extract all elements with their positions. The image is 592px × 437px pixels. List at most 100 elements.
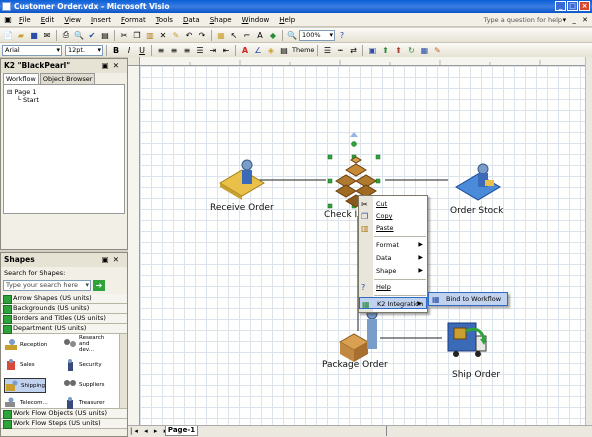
k2-pencil-icon[interactable]: ✎ [431,44,443,56]
horizontal-scrollbar[interactable] [386,426,576,436]
menu-data[interactable]: Data [178,13,205,27]
menu-format[interactable]: Format [116,13,151,27]
order-stock-shape[interactable] [455,163,501,201]
stencil-arrow-shapes[interactable]: Arrow Shapes (US units) [1,294,127,304]
menu-paste[interactable]: ▥ Paste [359,222,427,234]
menu-file[interactable]: File [14,13,36,27]
copy-icon[interactable]: ❐ [131,29,143,41]
text-tool-icon[interactable]: A [254,29,266,41]
font-color-icon[interactable]: A [239,44,251,56]
menu-data-item[interactable]: Data ▶ [359,252,427,264]
menu-insert[interactable]: Insert [86,13,116,27]
bold-icon[interactable]: B [110,44,122,56]
menu-window[interactable]: Window [237,13,275,27]
bullets-icon[interactable]: ☰ [194,44,206,56]
menu-tools[interactable]: Tools [151,13,178,27]
tree-child[interactable]: └ Start [7,96,121,104]
page-tab[interactable]: Page-1 [165,426,198,436]
connection-arrow-icon[interactable] [350,132,358,137]
save-icon[interactable]: ■ [28,29,40,41]
menu-view[interactable]: View [59,13,86,27]
italic-icon[interactable]: I [123,44,135,56]
menu-cut[interactable]: ✂ Cut [359,198,427,210]
k2-panel-controls[interactable]: ▣✕ [102,59,123,73]
vertical-scrollbar[interactable] [585,57,592,425]
shape-search-input[interactable]: Type your search here [3,280,91,291]
stencil-work-flow-objects[interactable]: Work Flow Objects (US units) [1,409,127,419]
shape-sales[interactable]: Sales [4,358,35,371]
doc-window-controls[interactable]: ▾ _ ✕ [563,15,590,25]
menu-shape[interactable]: Shape [205,13,237,27]
ship-order-shape[interactable] [447,322,487,357]
shape-suppliers[interactable]: Suppliers [63,378,105,391]
print-preview-icon[interactable]: 🔍 [73,29,85,41]
cut-icon[interactable]: ✂ [118,29,130,41]
align-right-icon[interactable]: ≡ [181,44,193,56]
shape-treasurer[interactable]: Treasurer [63,396,105,409]
tab-object-browser[interactable]: Object Browser [39,73,96,84]
k2-refresh-icon[interactable]: ↻ [405,44,417,56]
line-pattern-icon[interactable]: ┅ [334,44,346,56]
tab-workflow[interactable]: Workflow [3,73,39,84]
shape-telecom[interactable]: Telecom... [4,396,48,409]
k2-workflow-icon[interactable]: ▦ [418,44,430,56]
spelling-icon[interactable]: ✔ [86,29,98,41]
shape-research[interactable]: Research and dev... [63,335,105,353]
shapes-panel-controls[interactable]: ▣✕ [102,253,123,267]
k2-design-icon[interactable]: ▣ [366,44,378,56]
stencil-department[interactable]: Department (US units) [1,324,127,334]
outdent-icon[interactable]: ⇤ [220,44,232,56]
help-icon[interactable]: ? [336,29,348,41]
fill-color-icon[interactable]: ◈ [265,44,277,56]
new-icon[interactable]: 📄 [2,29,14,41]
menu-help-item[interactable]: ? Help [359,281,427,293]
pointer-tool-icon[interactable]: ↖ [228,29,240,41]
line-ends-icon[interactable]: ⇄ [347,44,359,56]
research-icon[interactable]: ▤ [99,29,111,41]
permission-icon[interactable]: ✉ [41,29,53,41]
stencil-borders-titles[interactable]: Borders and Titles (US units) [1,314,127,324]
menu-edit[interactable]: Edit [36,13,60,27]
stencil-work-flow-steps[interactable]: Work Flow Steps (US units) [1,419,127,429]
shapes-grid-scrollbar[interactable] [119,334,127,408]
underline-icon[interactable]: U [136,44,148,56]
indent-icon[interactable]: ⇥ [207,44,219,56]
line-color-icon[interactable]: ∠ [252,44,264,56]
drawing-tools-icon[interactable]: ◆ [267,29,279,41]
maximize-button[interactable]: □ [567,1,578,11]
document-icon[interactable]: ▣ [2,14,14,26]
menu-format-item[interactable]: Format ▶ [359,239,427,251]
shapes-icon[interactable]: ▦ [215,29,227,41]
bind-to-workflow-item[interactable]: Bind to Workflow [446,295,501,303]
tree-root[interactable]: ⊟ Page 1 [7,88,121,96]
menu-help[interactable]: Help [274,13,300,27]
search-go-icon[interactable]: ➔ [93,280,105,291]
align-center-icon[interactable]: ≡ [168,44,180,56]
shape-reception[interactable]: Reception [4,338,47,351]
line-weight-icon[interactable]: ☰ [321,44,333,56]
menu-k2-integration[interactable]: ▦ K2 Integration ▶ [359,297,427,309]
theme-icon[interactable]: ▤ [278,44,290,56]
redo-icon[interactable]: ↷ [196,29,208,41]
pan-zoom-icon[interactable]: 🔍 [286,29,298,41]
print-icon[interactable]: ⎙ [60,29,72,41]
close-button[interactable]: × [579,1,590,11]
theme-label[interactable]: Theme [292,46,314,54]
minimize-button[interactable]: _ [555,1,566,11]
align-left-icon[interactable]: ≡ [155,44,167,56]
connector-tool-icon[interactable]: ⌐ [241,29,253,41]
format-painter-icon[interactable]: ✎ [170,29,182,41]
shape-security[interactable]: Security [63,358,102,371]
shape-shipping[interactable]: Shipping [4,378,46,393]
k2-export-icon[interactable]: ⬆ [392,44,404,56]
menu-copy[interactable]: ❐ Copy [359,210,427,222]
zoom-select[interactable]: 100% [299,29,335,41]
font-select[interactable]: Arial [2,44,62,56]
open-icon[interactable]: ▰ [15,29,27,41]
help-search-box[interactable]: Type a question for help [452,15,562,25]
undo-icon[interactable]: ↶ [183,29,195,41]
font-size-select[interactable]: 12pt. [65,44,103,56]
delete-icon[interactable]: ✕ [157,29,169,41]
paste-icon[interactable]: ▥ [144,29,156,41]
stencil-backgrounds[interactable]: Backgrounds (US units) [1,304,127,314]
